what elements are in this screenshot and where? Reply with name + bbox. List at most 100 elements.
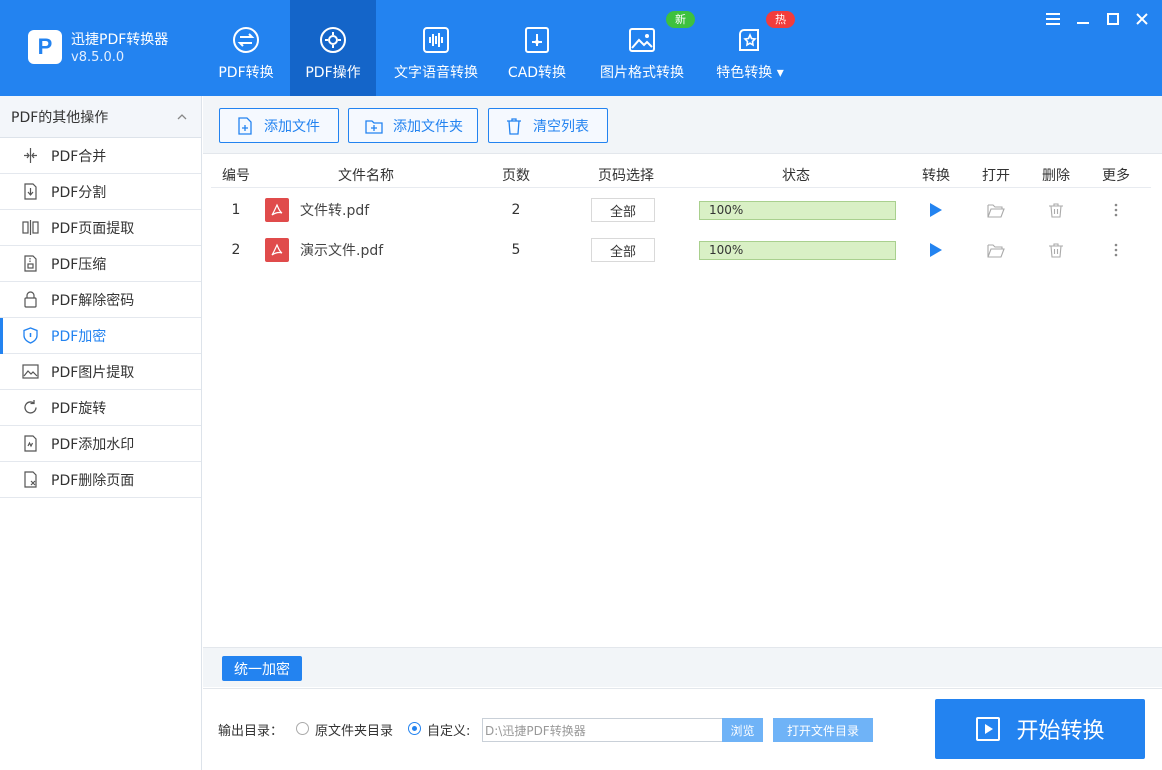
sidebar-item-compress[interactable]: PDF压缩 (0, 246, 201, 282)
sidebar-item-remove-password[interactable]: PDF解除密码 (0, 282, 201, 318)
image-icon (22, 364, 39, 379)
minimize-icon[interactable] (1072, 8, 1094, 30)
maximize-icon[interactable] (1102, 8, 1124, 30)
sidebar-item-split[interactable]: PDF分割 (0, 174, 201, 210)
sidebar-item-label: PDF压缩 (51, 256, 107, 273)
trash-icon[interactable] (1046, 230, 1066, 270)
page-select-dropdown[interactable]: 全部 (591, 198, 655, 222)
toolbar: 添加文件 添加文件夹 清空列表 (203, 96, 1162, 154)
col-num: 编号 (222, 168, 250, 184)
sidebar-item-extract-pages[interactable]: PDF页面提取 (0, 210, 201, 246)
page-count: 2 (511, 202, 521, 218)
logo-letter: P (37, 34, 53, 59)
col-page-select: 页码选择 (598, 168, 654, 184)
sidebar-item-label: PDF合并 (51, 148, 107, 165)
unlock-icon (24, 291, 37, 308)
title-bar: P 迅捷PDF转换器 v8.5.0.0 PDF转换 PDF操作 文字语音转换 C… (0, 0, 1162, 96)
file-name-cell: 演示文件.pdf (265, 230, 485, 270)
sidebar-item-label: PDF旋转 (51, 400, 107, 417)
custom-folder-radio[interactable] (408, 722, 421, 735)
watermark-icon (24, 435, 37, 452)
tab-cad-convert[interactable]: CAD转换 (502, 0, 572, 96)
cad-icon (525, 27, 549, 53)
page-select-dropdown[interactable]: 全部 (591, 238, 655, 262)
output-dir-label: 输出目录： (218, 724, 284, 739)
more-icon[interactable] (1106, 230, 1126, 270)
more-icon[interactable] (1106, 190, 1126, 230)
sidebar-item-extract-images[interactable]: PDF图片提取 (0, 354, 201, 390)
folder-open-icon[interactable] (986, 190, 1006, 230)
menu-icon[interactable] (1042, 8, 1064, 30)
file-name: 文件转.pdf (300, 203, 370, 219)
close-icon[interactable] (1131, 8, 1153, 30)
pdf-file-icon (265, 238, 289, 262)
open-dir-button[interactable]: 打开文件目录 (773, 718, 873, 742)
original-folder-radio[interactable] (296, 722, 309, 735)
tab-pdf-operations[interactable]: PDF操作 (290, 0, 376, 96)
gear-icon (320, 27, 346, 53)
rotate-icon (24, 400, 37, 414)
output-path-input[interactable] (482, 718, 723, 742)
page-select-cell: 全部 (591, 230, 661, 270)
trash-icon[interactable] (1046, 190, 1066, 230)
tab-pdf-convert[interactable]: PDF转换 (206, 0, 286, 96)
start-convert-label: 开始转换 (1016, 719, 1105, 744)
sidebar-header[interactable]: PDF的其他操作 (0, 96, 201, 138)
delete-page-icon (24, 471, 37, 488)
progress-bar: 100% (699, 200, 896, 220)
image-icon (629, 28, 655, 52)
add-file-button[interactable]: 添加文件 (219, 108, 339, 143)
sidebar-item-watermark[interactable]: PDF添加水印 (0, 426, 201, 462)
batch-action-bar: 统一加密 (203, 647, 1162, 687)
extract-pages-icon (22, 220, 39, 235)
sidebar-item-label: PDF解除密码 (51, 292, 135, 309)
play-box-icon (976, 717, 1001, 741)
sidebar-item-delete-pages[interactable]: PDF删除页面 (0, 462, 201, 498)
encrypt-all-button[interactable]: 统一加密 (222, 656, 302, 681)
table-row: 2 演示文件.pdf 5 全部 100% (211, 230, 1151, 270)
tab-label: 特色转换 ▾ (716, 65, 784, 81)
sidebar-item-encrypt[interactable]: PDF加密 (0, 318, 201, 354)
app-logo: P (28, 30, 62, 64)
tab-label: 文字语音转换 (394, 65, 478, 81)
col-delete: 删除 (1042, 168, 1070, 184)
table-row: 1 文件转.pdf 2 全部 100% (211, 190, 1151, 230)
sidebar: PDF的其他操作 PDF合并 PDF分割 PDF页面提取 PDF压缩 PDF解除… (0, 96, 202, 770)
trash-icon (507, 117, 521, 135)
file-name: 演示文件.pdf (300, 243, 384, 259)
status-cell: 100% (699, 230, 899, 270)
tab-label: PDF转换 (218, 65, 274, 81)
add-folder-label: 添加文件夹 (393, 118, 463, 135)
play-icon[interactable] (926, 190, 946, 230)
col-name: 文件名称 (338, 168, 394, 184)
tab-label: 图片格式转换 (600, 65, 684, 81)
page-count: 5 (511, 242, 521, 258)
start-convert-button[interactable]: 开始转换 (935, 699, 1145, 759)
sidebar-item-label: PDF分割 (51, 184, 107, 201)
sidebar-item-label: PDF删除页面 (51, 472, 135, 489)
clear-list-button[interactable]: 清空列表 (488, 108, 608, 143)
add-folder-button[interactable]: 添加文件夹 (348, 108, 478, 143)
row-num: 1 (231, 202, 241, 218)
col-pages: 页数 (502, 168, 530, 184)
convert-icon (233, 27, 259, 53)
clear-list-label: 清空列表 (533, 118, 589, 135)
col-status: 状态 (782, 168, 810, 184)
add-folder-icon (365, 119, 383, 134)
play-icon[interactable] (926, 230, 946, 270)
original-folder-label: 原文件夹目录 (315, 724, 394, 739)
browse-button[interactable]: 浏览 (722, 718, 763, 742)
sidebar-item-label: PDF加密 (51, 328, 107, 345)
star-icon (739, 29, 759, 51)
sidebar-header-label: PDF的其他操作 (11, 109, 109, 126)
app-version: v8.5.0.0 (71, 50, 125, 65)
add-file-icon (238, 116, 252, 135)
sidebar-item-label: PDF添加水印 (51, 436, 135, 453)
col-more: 更多 (1102, 168, 1130, 184)
waveform-icon (423, 27, 449, 53)
folder-open-icon[interactable] (986, 230, 1006, 270)
sidebar-item-rotate[interactable]: PDF旋转 (0, 390, 201, 426)
tab-text-speech[interactable]: 文字语音转换 (390, 0, 482, 96)
sidebar-item-merge[interactable]: PDF合并 (0, 138, 201, 174)
sidebar-item-label: PDF页面提取 (51, 220, 135, 237)
